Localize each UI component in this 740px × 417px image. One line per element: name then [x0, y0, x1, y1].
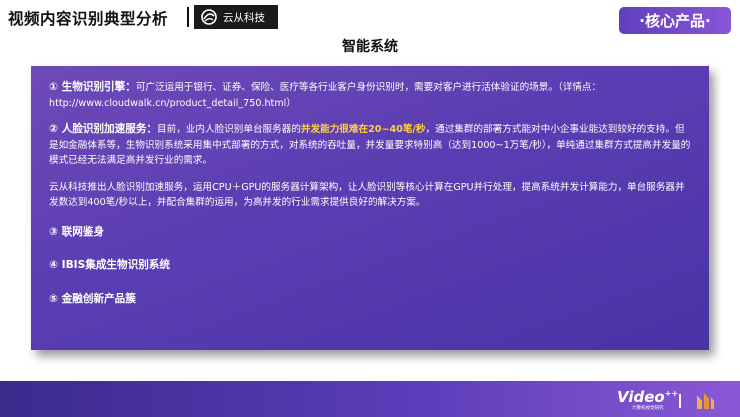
- section-title: 智能系统: [342, 39, 398, 55]
- footer-divider: [679, 394, 681, 408]
- item-face-acceleration: ② 人脸识别加速服务：目前，业内人脸识别单台服务器的并发能力很难在20~40笔/…: [49, 122, 691, 169]
- video-logo-text: Video: [617, 388, 665, 406]
- item1-heading: ① 生物识别引擎：: [49, 81, 136, 93]
- item-biometric-engine: ① 生物识别引擎：可广泛运用于银行、证券、保险、医疗等各行业客户身份识别时，需要…: [49, 80, 691, 111]
- video-logo: Video++: [617, 388, 678, 406]
- item2-highlight: 并发能力很难在20~40笔/秒: [300, 124, 426, 135]
- cloudwalk-logo-icon: [201, 9, 217, 25]
- item-financial-products: ⑤ 金融创新产品簇: [49, 292, 136, 305]
- item2-heading: ② 人脸识别加速服务：: [49, 123, 158, 135]
- brand-mark-icon: [697, 393, 714, 409]
- logo-text: 云从科技: [223, 11, 265, 24]
- title-divider: [187, 7, 189, 27]
- video-logo-subtitle: 计算机视觉研究: [632, 406, 664, 411]
- item2-extra-paragraph: 云从科技推出人脸识别加速服务，运用CPU＋GPU的服务器计算架构，让人脸识别等核…: [49, 181, 685, 209]
- item-ibis-system: ④ IBIS集成生物识别系统: [49, 259, 170, 271]
- page-title: 视频内容识别典型分析: [8, 10, 169, 28]
- item2-body-a: 目前，业内人脸识别单台服务器的: [157, 124, 301, 135]
- item-network-verification: ③ 联网鉴身: [49, 225, 105, 238]
- content-panel: ① 生物识别引擎：可广泛运用于银行、证券、保险、医疗等各行业客户身份识别时，需要…: [31, 66, 709, 350]
- cloudwalk-logo: 云从科技: [194, 5, 278, 29]
- core-product-badge: ·核心产品·: [619, 7, 731, 34]
- video-logo-plus: ++: [664, 389, 679, 398]
